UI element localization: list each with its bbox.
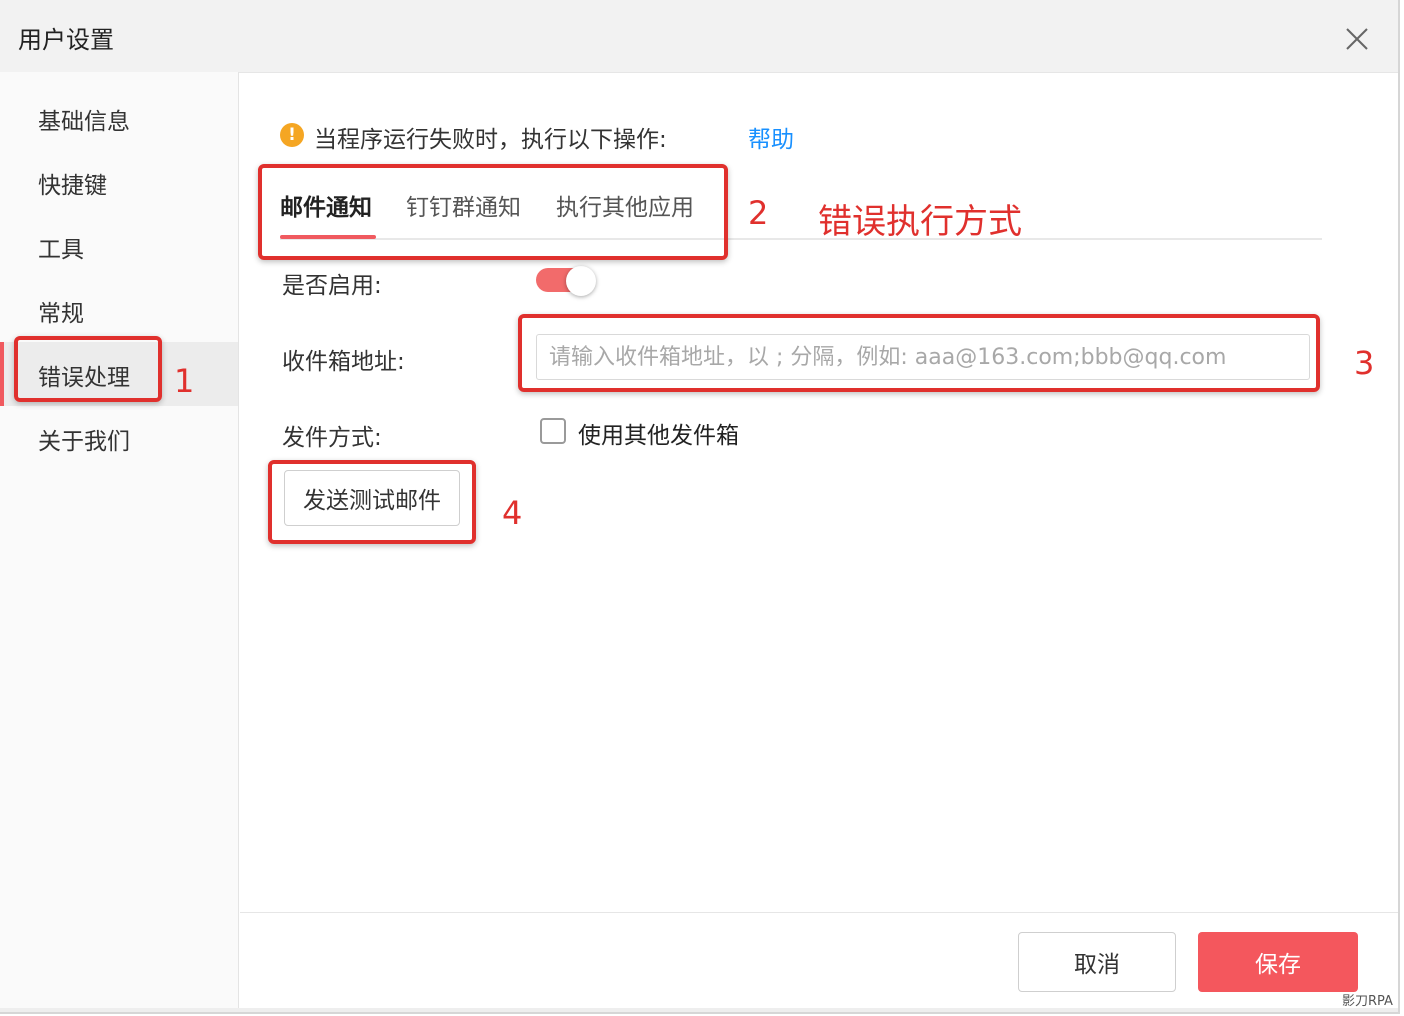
exclamation-circle-icon: !: [280, 123, 304, 147]
annotation-number-3: 3: [1354, 344, 1375, 382]
annotation-caption: 错误执行方式: [818, 202, 1022, 242]
annotation-box-tabs: [258, 164, 728, 260]
annotation-number-4: 4: [502, 494, 523, 532]
sidebar-item-label: 快捷键: [38, 173, 107, 199]
dialog-title: 用户设置: [18, 26, 114, 54]
save-button[interactable]: 保存: [1198, 932, 1358, 992]
use-other-mailbox-label[interactable]: 使用其他发件箱: [578, 416, 739, 450]
sidebar-item-tools[interactable]: 工具: [0, 214, 238, 278]
footer-divider: [240, 912, 1398, 913]
background-app-strip: [0, 1008, 1398, 1012]
sidebar-item-label: 关于我们: [38, 429, 130, 455]
recipient-label: 收件箱地址:: [282, 349, 405, 375]
sidebar-item-label: 工具: [38, 237, 84, 263]
annotation-number-2: 2: [748, 194, 769, 232]
sidebar-item-general[interactable]: 常规: [0, 278, 238, 342]
help-link[interactable]: 帮助: [748, 120, 794, 154]
annotation-number-1: 1: [174, 362, 195, 400]
sidebar-item-about-us[interactable]: 关于我们: [0, 406, 238, 470]
toggle-knob: [566, 266, 596, 296]
settings-sidebar: 基础信息 快捷键 工具 常规 错误处理 关于我们: [0, 72, 239, 1012]
cancel-button[interactable]: 取消: [1018, 932, 1176, 992]
user-settings-dialog: 用户设置 基础信息 快捷键 工具 常规 错误处理 关于我们 ! 当程序运行失败时…: [0, 0, 1400, 1014]
close-icon[interactable]: [1340, 22, 1374, 56]
title-bar: 用户设置: [0, 0, 1398, 73]
sidebar-item-shortcuts[interactable]: 快捷键: [0, 150, 238, 214]
sidebar-item-basic-info[interactable]: 基础信息: [0, 86, 238, 150]
warning-text: 当程序运行失败时，执行以下操作:: [314, 127, 667, 153]
enable-label: 是否启用:: [282, 273, 382, 299]
annotation-box-email-input: [518, 314, 1320, 392]
annotation-box-test-button: [268, 460, 476, 544]
annotation-box-sidebar: [14, 336, 162, 402]
watermark-text: 影刀RPA: [1342, 994, 1393, 1009]
use-other-mailbox-checkbox[interactable]: [540, 418, 566, 444]
sidebar-item-label: 常规: [38, 301, 84, 327]
enable-toggle[interactable]: [536, 266, 598, 296]
send-method-label: 发件方式:: [282, 425, 382, 451]
sidebar-item-label: 基础信息: [38, 109, 130, 135]
